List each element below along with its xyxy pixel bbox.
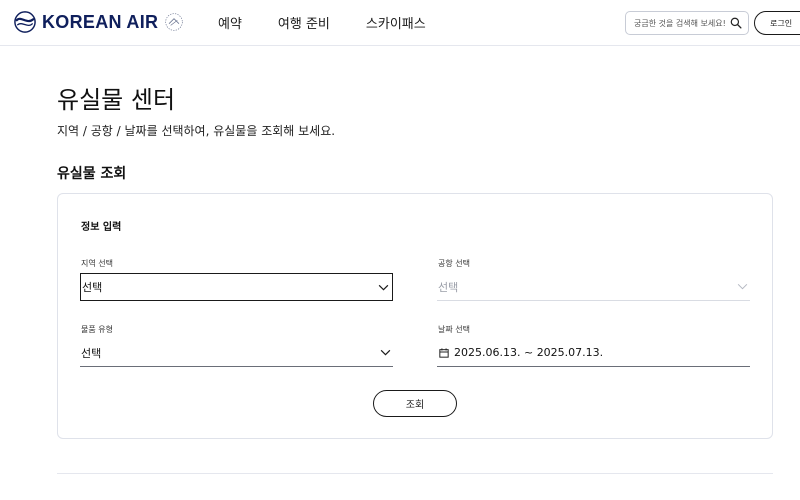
nav-item-reservation[interactable]: 예약: [218, 13, 242, 32]
region-label: 지역 선택: [81, 259, 113, 268]
page-description: 지역 / 공항 / 날짜를 선택하여, 유실물을 조회해 보세요.: [57, 124, 336, 138]
airport-select[interactable]: 선택: [437, 273, 750, 301]
airport-label: 공항 선택: [438, 259, 470, 268]
main-nav: 예약 여행 준비 스카이패스: [218, 13, 462, 32]
page-title: 유실물 센터: [57, 86, 176, 114]
site-search: [625, 11, 749, 35]
search-input[interactable]: [634, 18, 728, 28]
chevron-down-icon: [380, 349, 391, 356]
divider: [57, 473, 773, 474]
section-title: 유실물 조회: [57, 166, 127, 182]
date-label: 날짜 선택: [438, 325, 470, 334]
skyteam-emblem-icon: [165, 13, 184, 31]
date-range-value: 2025.06.13. ~ 2025.07.13.: [454, 346, 604, 359]
brand-name: KOREAN AIR: [42, 11, 159, 32]
item-type-select[interactable]: 선택: [80, 339, 393, 367]
calendar-icon: [439, 347, 449, 358]
airport-select-value: 선택: [438, 280, 459, 294]
item-type-label: 물품 유형: [81, 325, 113, 334]
site-header: KOREAN AIR 예약 여행 준비 스카이패스 로그인: [0, 0, 800, 46]
search-form-card: 정보 입력 지역 선택 선택 공항 선택 선택 물품 유형 선택 날짜 선택 2…: [57, 193, 773, 439]
date-range-picker[interactable]: 2025.06.13. ~ 2025.07.13.: [437, 339, 750, 367]
search-icon[interactable]: [730, 17, 742, 29]
nav-item-skypass[interactable]: 스카이패스: [366, 13, 426, 32]
region-select[interactable]: 선택: [80, 273, 393, 301]
chevron-down-icon: [378, 284, 389, 291]
region-select-value: 선택: [82, 281, 103, 294]
login-button[interactable]: 로그인: [754, 11, 800, 35]
item-type-select-value: 선택: [81, 346, 102, 360]
search-button[interactable]: 조회: [373, 390, 457, 417]
chevron-down-icon: [737, 283, 748, 290]
nav-item-travel-prep[interactable]: 여행 준비: [278, 13, 330, 32]
korean-air-logo[interactable]: KOREAN AIR: [14, 10, 184, 34]
taeguk-logo-icon: [14, 11, 36, 33]
form-heading: 정보 입력: [81, 222, 122, 233]
